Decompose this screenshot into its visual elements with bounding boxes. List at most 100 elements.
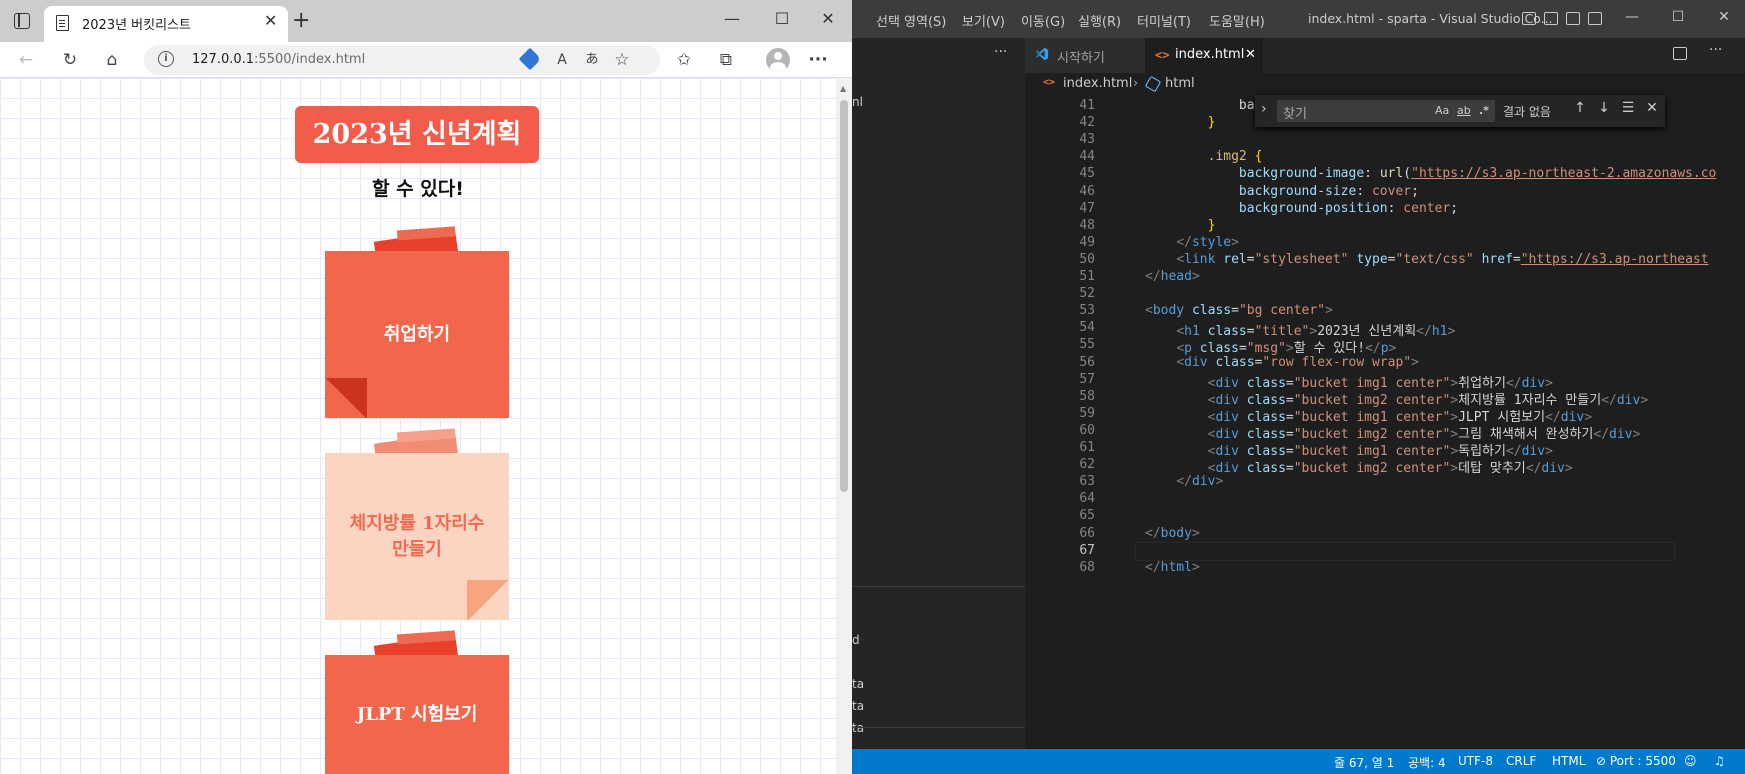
address-text: 127.0.0.1:5500/index.html: [192, 52, 366, 67]
tab-index-html[interactable]: <> index.html ✕: [1145, 38, 1263, 73]
line-number: 56: [1079, 354, 1095, 370]
status-indentation[interactable]: 공백: 4: [1408, 754, 1446, 771]
find-result: 결과 없음: [1503, 105, 1551, 119]
explorer-item[interactable]: d: [852, 633, 860, 647]
close-tab-icon[interactable]: ✕: [1245, 47, 1256, 62]
line-number: 65: [1079, 508, 1095, 524]
find-input[interactable]: 찾기 Aa ab .*: [1277, 100, 1495, 122]
sidebar-divider: [852, 586, 1025, 587]
code-line[interactable]: </body>: [1145, 526, 1200, 541]
close-window-icon[interactable]: ✕: [1714, 9, 1734, 25]
minimize-icon[interactable]: —: [720, 8, 744, 30]
breadcrumb-file[interactable]: index.html: [1063, 76, 1132, 91]
previous-match-icon[interactable]: ↑: [1571, 100, 1589, 116]
feedback-icon[interactable]: ☺: [1684, 754, 1697, 768]
collections-icon[interactable]: ⧉: [714, 48, 738, 72]
menu-selection[interactable]: 선택 영역(S): [876, 11, 946, 30]
more-menu-icon[interactable]: ···: [806, 48, 830, 72]
menu-view[interactable]: 보기(V): [962, 11, 1005, 30]
shopping-tag-icon[interactable]: [518, 47, 542, 71]
menu-go[interactable]: 이동(G): [1021, 11, 1065, 30]
favorites-icon[interactable]: ✩: [672, 48, 696, 72]
close-tab-icon[interactable]: ✕: [264, 11, 277, 31]
page-viewport: 2023년 신년계획 할 수 있다! 취업하기 체지방률 1자리수 만들기 JL…: [0, 78, 836, 774]
code-line[interactable]: <link rel="stylesheet" type="text/css" h…: [1145, 252, 1708, 267]
code-line[interactable]: }: [1145, 115, 1216, 130]
match-case-icon[interactable]: Aa: [1435, 104, 1449, 117]
find-placeholder: 찾기: [1283, 107, 1307, 122]
code-line[interactable]: <div class="row flex-row wrap">: [1145, 355, 1419, 370]
page-scrollbar[interactable]: ▲: [836, 78, 852, 774]
code-line[interactable]: </div>: [1145, 474, 1223, 489]
more-actions-icon[interactable]: ···: [994, 44, 1007, 60]
menu-terminal[interactable]: 터미널(T): [1137, 11, 1191, 30]
profile-avatar[interactable]: [766, 48, 790, 72]
favorite-add-icon[interactable]: ☆: [610, 48, 634, 72]
explorer-item[interactable]: ta: [852, 721, 864, 735]
menu-run[interactable]: 실행(R): [1078, 11, 1121, 30]
translate-icon[interactable]: あ: [580, 48, 604, 72]
code-editor[interactable]: 41 back 42 } 43 44 .img2 {45 background-ima…: [1025, 95, 1745, 749]
toggle-replace-icon[interactable]: ›: [1261, 101, 1267, 117]
find-in-selection-icon[interactable]: ☰: [1619, 100, 1637, 116]
editor-more-icon[interactable]: ···: [1709, 42, 1722, 58]
line-number: 45: [1079, 166, 1095, 182]
browser-tab-active[interactable]: 2023년 버킷리스트 ✕: [44, 6, 288, 42]
close-window-icon[interactable]: ✕: [816, 8, 840, 30]
close-find-icon[interactable]: ✕: [1643, 100, 1661, 116]
next-match-icon[interactable]: ↓: [1595, 100, 1613, 116]
maximize-icon[interactable]: ☐: [1668, 9, 1688, 25]
scroll-up-icon[interactable]: ▲: [840, 84, 846, 93]
bucket-item-text: 체지방률 1자리수 만들기: [349, 512, 485, 560]
element-node-icon: [1144, 75, 1162, 93]
tab-welcome[interactable]: 시작하기: [1025, 38, 1145, 73]
read-aloud-icon[interactable]: A: [550, 48, 574, 72]
customize-layout-icon[interactable]: [1588, 12, 1602, 25]
status-eol[interactable]: CRLF: [1506, 754, 1536, 768]
site-info-icon[interactable]: i: [158, 51, 174, 67]
status-cursor-position[interactable]: 줄 67, 열 1: [1334, 754, 1394, 771]
tab-actions-icon[interactable]: [14, 13, 30, 29]
code-line[interactable]: }: [1145, 218, 1216, 233]
browser-tab-title: 2023년 버킷리스트: [82, 18, 191, 33]
line-number: 53: [1079, 303, 1095, 319]
line-number: 44: [1079, 149, 1095, 165]
explorer-item[interactable]: ta: [852, 677, 864, 691]
code-line[interactable]: </head>: [1145, 269, 1200, 284]
breadcrumb-node[interactable]: html: [1165, 76, 1195, 91]
menu-help[interactable]: 도움말(H): [1209, 11, 1265, 30]
refresh-icon[interactable]: ↻: [58, 48, 82, 72]
toggle-panel-icon[interactable]: [1544, 12, 1558, 25]
code-line[interactable]: </html>: [1145, 560, 1200, 575]
regex-icon[interactable]: .*: [1479, 104, 1489, 117]
code-line[interactable]: back: [1145, 98, 1270, 113]
new-tab-icon[interactable]: +: [292, 8, 310, 34]
split-editor-icon[interactable]: [1673, 47, 1687, 60]
line-number: 66: [1079, 525, 1095, 541]
code-line[interactable]: background-image: url("https://s3.ap-nor…: [1145, 166, 1716, 181]
minimize-icon[interactable]: —: [1622, 9, 1642, 25]
live-server-port[interactable]: ⊘ Port : 5500: [1596, 754, 1676, 768]
back-icon[interactable]: ←: [14, 48, 38, 72]
html-file-icon: <>: [1155, 48, 1170, 62]
toggle-sidebar-icon[interactable]: [1522, 12, 1536, 25]
status-language[interactable]: HTML: [1552, 754, 1585, 768]
explorer-item[interactable]: ta: [852, 699, 864, 713]
home-icon[interactable]: ⌂: [100, 48, 124, 72]
match-word-icon[interactable]: ab: [1457, 104, 1471, 117]
code-line[interactable]: background-position: center;: [1145, 201, 1458, 216]
toggle-secondary-sidebar-icon[interactable]: [1566, 12, 1580, 25]
code-line[interactable]: .img2 {: [1145, 149, 1263, 164]
scroll-thumb[interactable]: [840, 100, 848, 492]
notifications-icon[interactable]: ♫: [1714, 754, 1725, 768]
line-number: 51: [1079, 269, 1095, 284]
explorer-item[interactable]: nl: [852, 95, 863, 109]
address-bar[interactable]: i 127.0.0.1:5500/index.html A あ ☆: [144, 45, 660, 75]
code-line[interactable]: background-size: cover;: [1145, 184, 1419, 199]
code-line[interactable]: </style>: [1145, 235, 1239, 250]
code-line[interactable]: <body class="bg center">: [1145, 303, 1333, 318]
maximize-icon[interactable]: ☐: [770, 8, 794, 30]
browser-toolbar: ← ↻ ⌂ i 127.0.0.1:5500/index.html A あ ☆ …: [0, 42, 852, 78]
status-encoding[interactable]: UTF-8: [1458, 754, 1493, 768]
line-number: 52: [1079, 286, 1095, 302]
